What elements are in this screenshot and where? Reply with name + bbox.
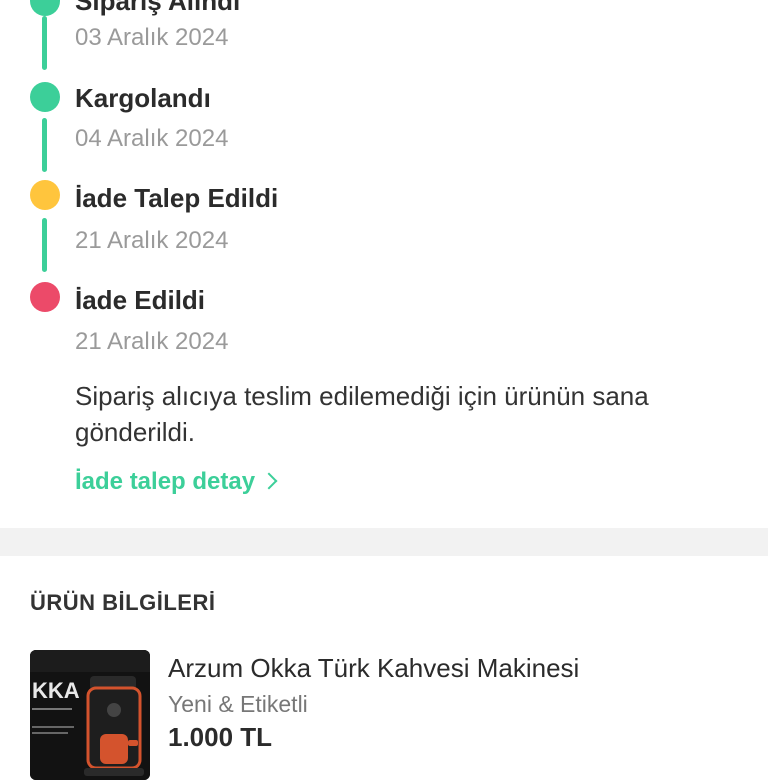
step-title: Kargolandı	[75, 83, 211, 113]
status-dot-icon	[30, 282, 60, 312]
timeline-step-returned: İade Edildi 21 Aralık 2024	[0, 282, 768, 382]
step-title: İade Talep Edildi	[75, 183, 279, 213]
step-title: Sipariş Alındı	[75, 0, 241, 16]
status-dot-icon	[30, 180, 60, 210]
product-condition: Yeni & Etiketli	[168, 691, 308, 717]
coffee-machine-box-image: KKA	[30, 650, 150, 780]
return-detail-link[interactable]: İade talep detay	[75, 468, 278, 496]
status-dot-icon	[30, 82, 60, 112]
product-brand-text: KKA	[32, 678, 80, 703]
timeline-connector	[42, 218, 47, 272]
timeline-connector	[42, 16, 47, 70]
chevron-right-icon	[260, 472, 278, 490]
section-separator	[0, 528, 768, 556]
step-date: 21 Aralık 2024	[75, 227, 229, 254]
return-detail-link-label: İade talep detay	[75, 468, 256, 495]
status-dot-icon	[30, 0, 60, 16]
product-info-title: ÜRÜN BİLGİLERİ	[30, 590, 216, 615]
product-price: 1.000 TL	[168, 722, 273, 752]
step-date: 21 Aralık 2024	[75, 328, 229, 355]
timeline-connector	[42, 118, 47, 172]
step-title: İade Edildi	[75, 285, 206, 315]
order-status-timeline: Sipariş Alındı 03 Aralık 2024 Kargolandı…	[0, 0, 768, 528]
product-image[interactable]: KKA	[30, 650, 150, 780]
return-note: Sipariş alıcıya teslim edilemediği için …	[75, 381, 649, 447]
timeline-step-shipped: Kargolandı 04 Aralık 2024	[0, 82, 768, 182]
step-date: 04 Aralık 2024	[75, 125, 229, 152]
step-date: 03 Aralık 2024	[75, 24, 229, 51]
timeline-step-return-requested: İade Talep Edildi 21 Aralık 2024	[0, 180, 768, 280]
timeline-step-order-received: Sipariş Alındı 03 Aralık 2024	[0, 0, 768, 68]
product-name[interactable]: Arzum Okka Türk Kahvesi Makinesi	[168, 653, 579, 684]
